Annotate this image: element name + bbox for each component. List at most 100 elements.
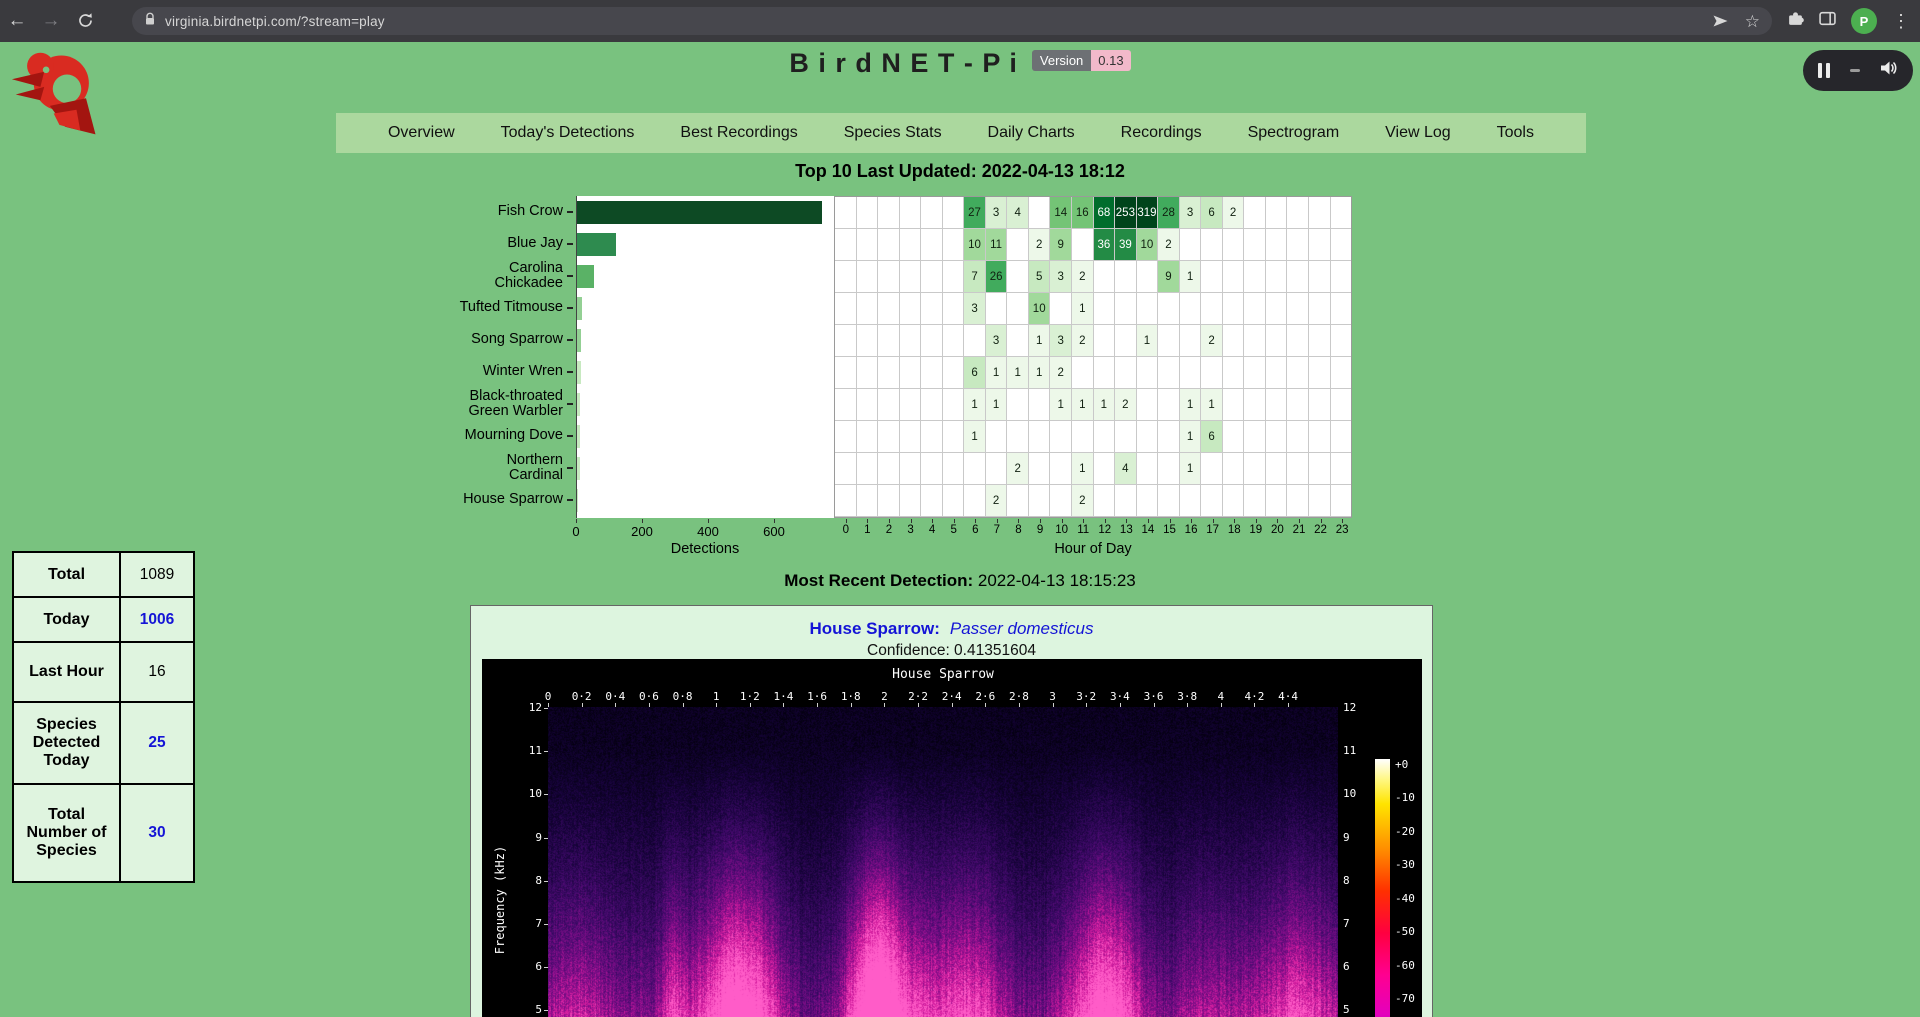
heatmap-cell — [1201, 357, 1223, 389]
species-label: House Sparrow — [340, 484, 576, 516]
hour-axis-tick: 22 — [1314, 524, 1327, 536]
hour-axis-tick: 23 — [1336, 524, 1349, 536]
most-recent-value: 2022-04-13 18:15:23 — [978, 571, 1136, 590]
heatmap-cell — [1266, 325, 1288, 357]
freq-axis-tickmark — [544, 924, 548, 925]
heatmap-cell — [1094, 453, 1116, 485]
stat-value-link[interactable]: 25 — [120, 702, 194, 784]
heatmap-cell — [878, 293, 900, 325]
freq-axis-tick-right: 5 — [1343, 1003, 1373, 1016]
stat-value-link[interactable]: 1006 — [120, 597, 194, 642]
time-axis-tick: 0·2 — [572, 690, 592, 703]
bar-axis-tick: 600 — [763, 524, 785, 539]
pause-icon[interactable] — [1818, 63, 1830, 78]
hour-axis-tick: 21 — [1293, 524, 1306, 536]
profile-avatar[interactable]: P — [1851, 8, 1877, 34]
hour-axis-tick: 0 — [843, 524, 849, 536]
kebab-menu-icon[interactable]: ⋮ — [1892, 12, 1910, 30]
time-axis-tick: 3·8 — [1177, 690, 1197, 703]
time-axis-tickmark — [1288, 703, 1289, 707]
heatmap-cell — [1223, 357, 1245, 389]
heatmap-cell — [1331, 357, 1352, 389]
heatmap-cell — [1201, 229, 1223, 261]
heatmap-cell — [1287, 261, 1309, 293]
heatmap-cell: 4 — [1007, 197, 1029, 229]
hour-axis-tick: 6 — [972, 524, 978, 536]
bar-axis-tick: 0 — [572, 524, 579, 539]
stat-value-link[interactable]: 30 — [120, 784, 194, 882]
heatmap-cell: 2 — [1072, 325, 1094, 357]
freq-axis-tick-right: 11 — [1343, 744, 1373, 757]
nav-item-recordings[interactable]: Recordings — [1121, 124, 1202, 142]
address-bar[interactable]: virginia.birdnetpi.com/?stream=play ☆ — [132, 7, 1772, 35]
stat-label: Today — [13, 597, 120, 642]
hour-axis-tickmark — [1277, 519, 1278, 523]
side-panel-icon[interactable] — [1819, 10, 1836, 32]
heatmap-cell — [1287, 325, 1309, 357]
volume-icon[interactable] — [1880, 60, 1898, 81]
heatmap-cell — [835, 229, 857, 261]
heatmap-cell — [921, 485, 943, 517]
heatmap-cell — [1201, 485, 1223, 517]
refresh-icon[interactable] — [68, 0, 102, 42]
species-bar — [577, 393, 580, 416]
hour-axis-tickmark — [1191, 519, 1192, 523]
db-axis-tick: -60 — [1395, 959, 1415, 972]
heatmap-cell — [1223, 453, 1245, 485]
heatmap-cell: 1 — [1050, 389, 1072, 421]
heatmap-cell — [1158, 453, 1180, 485]
hour-axis-tickmark — [1234, 519, 1235, 523]
heatmap-cell — [1223, 293, 1245, 325]
nav-item-species-stats[interactable]: Species Stats — [844, 124, 942, 142]
heatmap-cell — [1158, 293, 1180, 325]
back-icon[interactable]: ← — [0, 0, 34, 42]
species-common-name[interactable]: House Sparrow: — [810, 619, 940, 638]
nav-item-daily-charts[interactable]: Daily Charts — [988, 124, 1075, 142]
heatmap-cell — [1158, 357, 1180, 389]
heatmap-cell — [878, 229, 900, 261]
species-label: Carolina Chickadee — [340, 260, 576, 292]
heatmap-cell: 36 — [1094, 229, 1116, 261]
time-axis-tickmark — [1120, 703, 1121, 707]
heatmap-cell — [1309, 293, 1331, 325]
hour-axis-tickmark — [1105, 519, 1106, 523]
hour-axis-tickmark — [1342, 519, 1343, 523]
freq-axis-tick-right: 10 — [1343, 787, 1373, 800]
bar-axis-tickmark — [774, 519, 775, 523]
heatmap-cell: 10 — [964, 229, 986, 261]
nav-item-tools[interactable]: Tools — [1497, 124, 1534, 142]
freq-axis-tick-right: 9 — [1343, 831, 1373, 844]
nav-item-today-s-detections[interactable]: Today's Detections — [501, 124, 635, 142]
stats-row: Total Number of Species30 — [13, 784, 194, 882]
nav-item-view-log[interactable]: View Log — [1385, 124, 1451, 142]
nav-item-best-recordings[interactable]: Best Recordings — [680, 124, 797, 142]
freq-axis-tickmark — [544, 794, 548, 795]
nav-item-spectrogram[interactable]: Spectrogram — [1248, 124, 1340, 142]
freq-axis-tick-right: 8 — [1343, 874, 1373, 887]
browser-actions: P ⋮ — [1787, 0, 1910, 42]
heatmap-cell: 39 — [1115, 229, 1137, 261]
seek-handle[interactable] — [1850, 69, 1860, 72]
nav-item-overview[interactable]: Overview — [388, 124, 455, 142]
heatmap-cell — [1223, 421, 1245, 453]
species-bar — [577, 265, 594, 288]
species-bar — [577, 297, 582, 320]
species-scientific-name[interactable]: Passer domesticus — [950, 619, 1094, 638]
heatmap-cell — [1287, 229, 1309, 261]
extensions-icon[interactable] — [1787, 10, 1804, 32]
species-bar — [577, 489, 578, 512]
heatmap-cell — [835, 357, 857, 389]
heatmap-cell — [835, 261, 857, 293]
freq-axis-tickmark — [544, 838, 548, 839]
bookmark-star-icon[interactable]: ☆ — [1745, 13, 1760, 30]
heatmap-cell — [878, 357, 900, 389]
heatmap-cell: 1 — [1072, 293, 1094, 325]
heatmap-cell — [1007, 485, 1029, 517]
heatmap-cell — [1137, 453, 1159, 485]
heatmap-cell — [1244, 485, 1266, 517]
forward-icon[interactable]: → — [34, 0, 68, 42]
hour-axis-tick: 20 — [1271, 524, 1284, 536]
heatmap-cell — [1007, 261, 1029, 293]
send-icon[interactable] — [1712, 13, 1729, 29]
bar-axis-tick: 200 — [631, 524, 653, 539]
